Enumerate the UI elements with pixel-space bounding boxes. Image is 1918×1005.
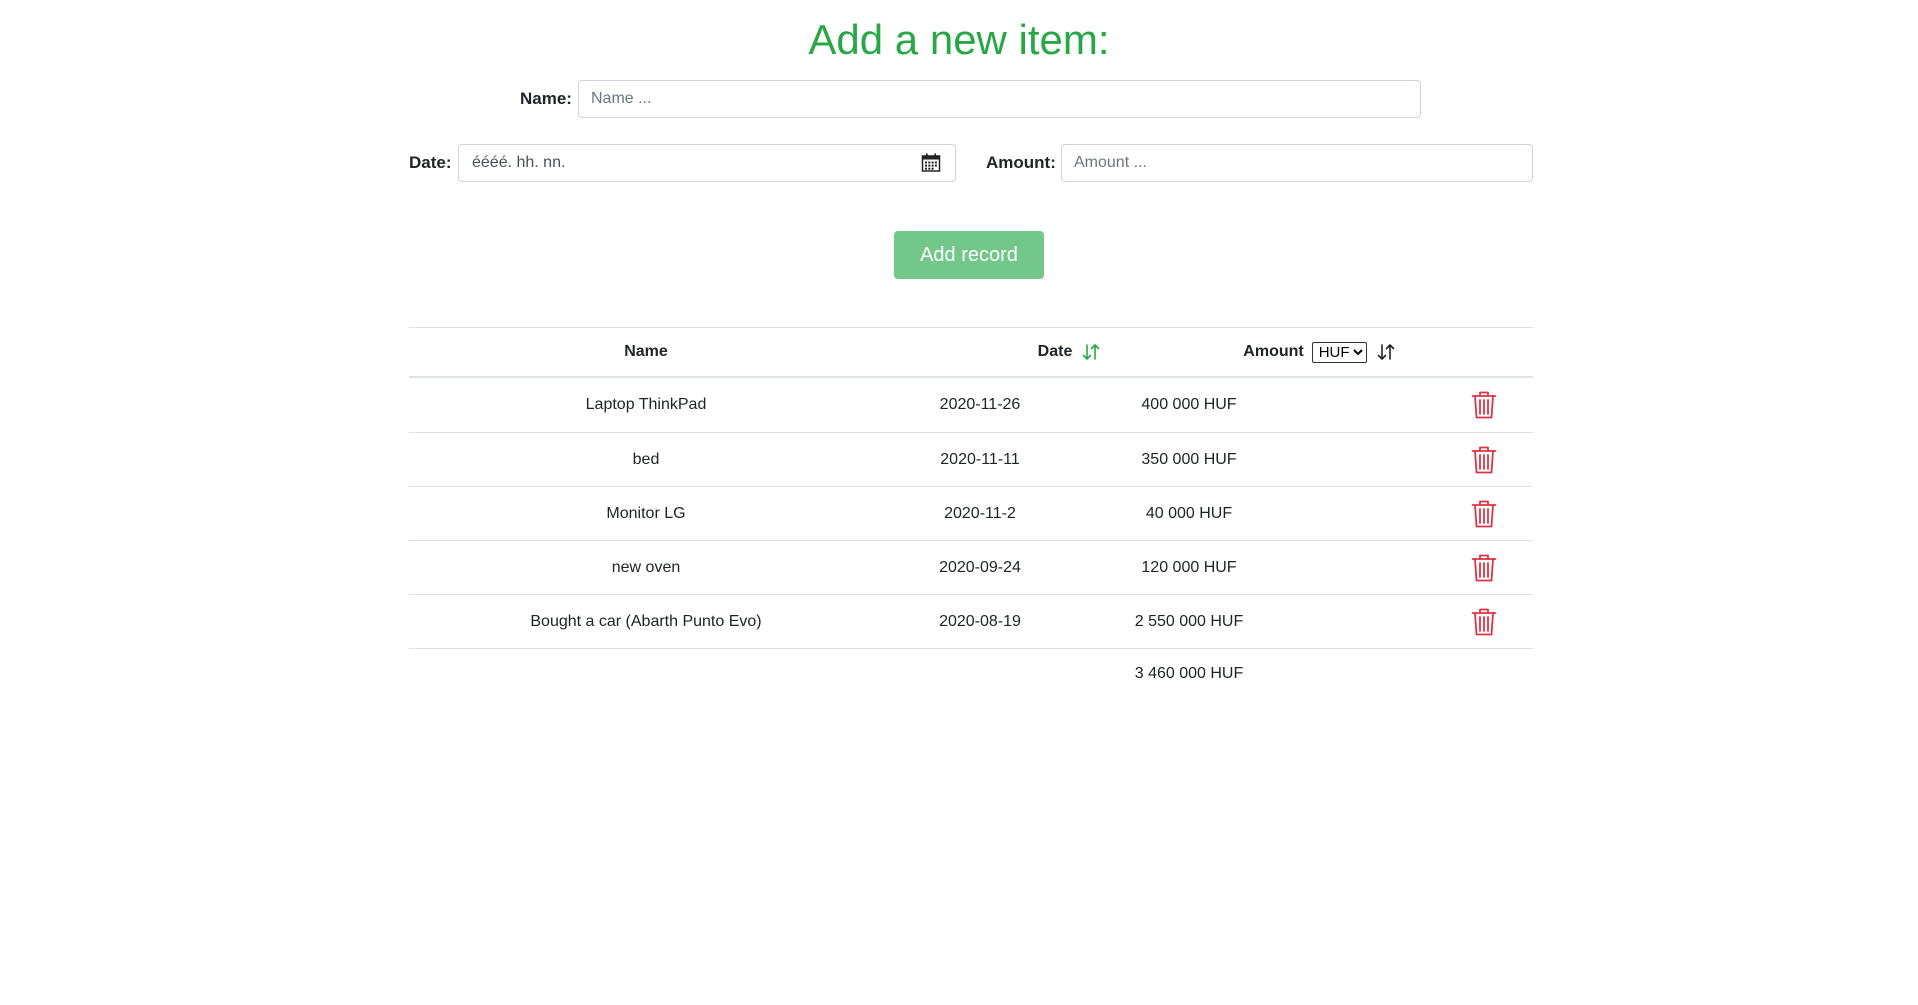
trash-icon[interactable]: [1471, 499, 1497, 529]
delete-cell: [1444, 595, 1524, 648]
row-date: 2020-11-26: [939, 396, 1021, 413]
delete-cell: [1444, 541, 1524, 594]
table-row: Laptop ThinkPad 2020-11-26 400 000 HUF: [409, 378, 1533, 432]
row-name: new oven: [611, 558, 681, 576]
trash-icon[interactable]: [1471, 390, 1497, 420]
records-table: Name Date Amount HUF Laptop ThinkPad 202…: [409, 327, 1533, 699]
row-name: bed: [632, 450, 660, 468]
row-amount: 350 000 HUF: [1141, 450, 1237, 468]
table-total-row: 3 460 000 HUF: [409, 648, 1533, 699]
add-record-button[interactable]: Add record: [894, 231, 1044, 279]
amount-label: Amount:: [986, 153, 1056, 172]
name-label: Name:: [520, 89, 572, 108]
header-name-label: Name: [624, 343, 668, 360]
delete-cell: [1444, 378, 1524, 432]
delete-cell: [1444, 433, 1524, 486]
header-name[interactable]: Name: [409, 328, 883, 376]
row-amount: 40 000 HUF: [1145, 504, 1233, 522]
row-amount: 400 000 HUF: [1141, 396, 1237, 413]
amount-sort-icon[interactable]: [1377, 342, 1395, 362]
trash-icon[interactable]: [1471, 553, 1497, 583]
row-date: 2020-11-2: [944, 504, 1016, 522]
total-amount: 3 460 000 HUF: [1134, 665, 1244, 682]
row-date: 2020-09-24: [939, 558, 1021, 576]
table-row: bed 2020-11-11 350 000 HUF: [409, 432, 1533, 486]
header-date-label: Date: [1037, 343, 1073, 360]
page: Add a new item: Name: Date: éééé. hh. nn…: [0, 0, 1918, 1005]
date-input[interactable]: éééé. hh. nn.: [458, 144, 956, 182]
table-header-row: Name Date Amount HUF: [409, 327, 1533, 378]
trash-icon[interactable]: [1471, 607, 1497, 637]
row-name: Laptop ThinkPad: [585, 396, 707, 413]
row-name: Bought a car (Abarth Punto Evo): [530, 612, 762, 630]
form-title: Add a new item:: [808, 16, 1110, 63]
row-date: 2020-08-19: [939, 612, 1021, 630]
header-amount: Amount HUF: [1109, 328, 1529, 376]
row-amount: 2 550 000 HUF: [1134, 612, 1244, 630]
row-date: 2020-11-11: [940, 450, 1020, 468]
table-row: Bought a car (Abarth Punto Evo) 2020-08-…: [409, 594, 1533, 648]
row-amount: 120 000 HUF: [1141, 558, 1237, 576]
name-input[interactable]: [578, 80, 1421, 118]
table-row: Monitor LG 2020-11-2 40 000 HUF: [409, 486, 1533, 540]
table-row: new oven 2020-09-24 120 000 HUF: [409, 540, 1533, 594]
delete-cell: [1444, 487, 1524, 540]
currency-select[interactable]: HUF: [1311, 341, 1367, 363]
header-amount-label: Amount: [1243, 343, 1304, 360]
row-name: Monitor LG: [606, 504, 686, 522]
amount-input[interactable]: [1061, 144, 1533, 182]
calendar-icon[interactable]: [921, 153, 941, 173]
date-sort-icon[interactable]: [1082, 342, 1100, 362]
date-input-value: éééé. hh. nn.: [472, 154, 566, 171]
trash-icon[interactable]: [1471, 445, 1497, 475]
date-label: Date:: [409, 153, 452, 172]
